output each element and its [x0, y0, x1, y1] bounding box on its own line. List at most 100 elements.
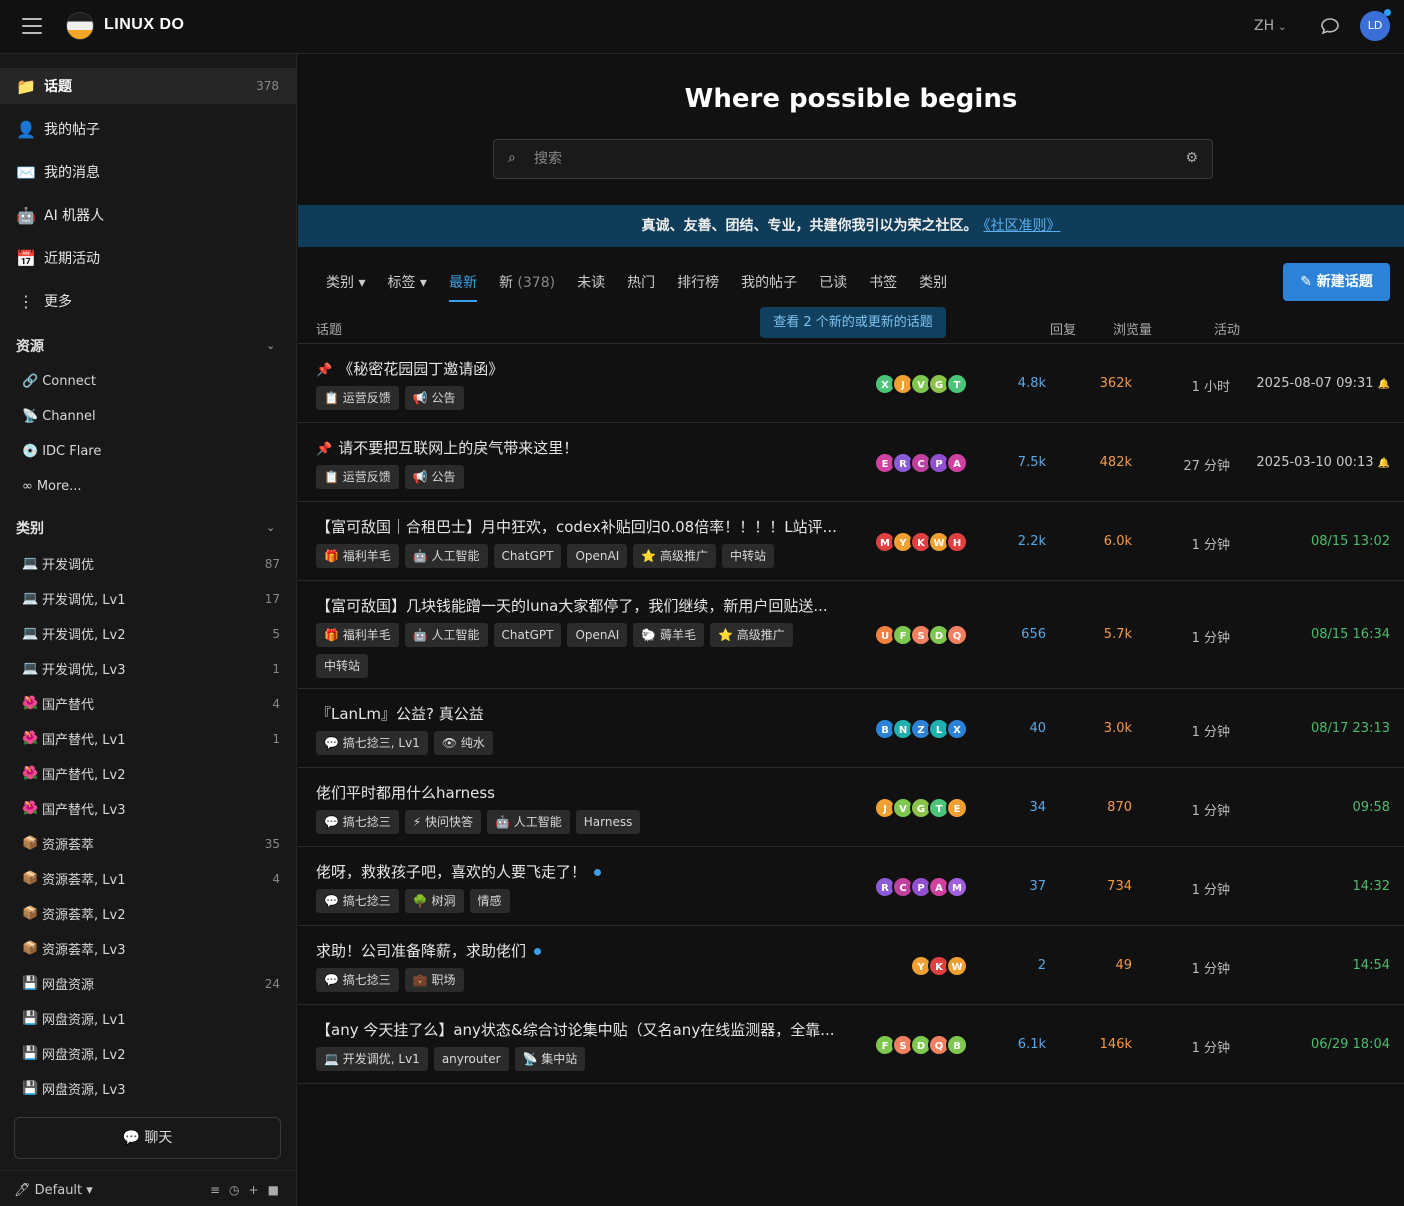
topic-tag[interactable]: 情感	[469, 889, 510, 913]
poster-avatar[interactable]: M	[946, 875, 968, 898]
last-activity-date[interactable]: 09:58	[1238, 800, 1390, 815]
resource-link[interactable]: ∞ More...	[22, 479, 81, 494]
topic-tag[interactable]: 📢 公告	[404, 465, 464, 489]
category-item[interactable]: 📦 资源荟萃 35	[22, 826, 284, 861]
sidebar-item[interactable]: 👤 我的帖子	[0, 111, 297, 147]
last-activity-date[interactable]: 08/15 13:02	[1238, 534, 1390, 549]
nav-tab[interactable]: 类别 ▾	[326, 272, 365, 302]
category-item[interactable]: 💾 网盘资源, Lv3	[22, 1071, 284, 1106]
topic-tag[interactable]: 🤖 人工智能	[487, 810, 570, 834]
topic-tag[interactable]: 🎁 福利羊毛	[316, 544, 399, 568]
topic-tag[interactable]: 💼 职场	[404, 968, 464, 992]
resource-link[interactable]: 🔗 Connect	[22, 374, 96, 389]
topic-tag[interactable]: 🌳 树洞	[404, 889, 464, 913]
last-activity-date[interactable]: 06/29 18:04	[1238, 1037, 1390, 1052]
topic-row[interactable]: 📌 请不要把互联网上的戾气带来这里！ 📋 运营反馈 📢 公告 E R C P A 7.5k 482k…	[298, 423, 1404, 502]
topic-tag[interactable]: ChatGPT	[493, 544, 562, 568]
topic-tag[interactable]: ⭐ 高级推广	[710, 623, 793, 647]
topic-tag[interactable]: OpenAI	[567, 623, 628, 647]
column-views[interactable]: 浏览量	[1113, 319, 1152, 338]
resource-link[interactable]: 📡 Channel	[22, 409, 96, 424]
language-selector[interactable]: ZH ⌄	[1254, 18, 1287, 34]
nav-tab[interactable]: 热门	[627, 272, 655, 302]
topic-tag[interactable]: 💬 搞七捻三	[316, 810, 399, 834]
last-activity-date[interactable]: 08/17 23:13	[1238, 721, 1390, 736]
topic-title[interactable]: 📌 请不要把互联网上的戾气带来这里！	[316, 437, 578, 458]
sidebar-item[interactable]: 📅 近期活动	[0, 240, 297, 276]
nav-tab[interactable]: 排行榜	[677, 272, 719, 302]
category-item[interactable]: 💻 开发调优, Lv1 17	[22, 581, 284, 616]
topic-row[interactable]: 求助！公司准备降薪，求助佬们 💬 搞七捻三 💼 职场 Y K W 2 49 1 分钟 14:54	[298, 926, 1404, 1005]
topic-tag[interactable]: 中转站	[722, 544, 775, 568]
site-logo[interactable]	[66, 12, 94, 40]
topic-tag[interactable]: 💬 搞七捻三	[316, 968, 399, 992]
chevron-down-icon[interactable]: ⌄	[266, 339, 275, 352]
poster-avatar[interactable]: T	[946, 372, 968, 395]
reply-count[interactable]: 4.8k	[998, 376, 1046, 391]
reply-count[interactable]: 34	[998, 800, 1046, 815]
chat-button[interactable]: 💬 聊天	[14, 1117, 281, 1159]
topic-tag[interactable]: 💬 搞七捻三	[316, 889, 399, 913]
topic-row[interactable]: 『LanLm』公益? 真公益 💬 搞七捻三, Lv1 👁 纯水 B N Z L X 40 3.0k…	[298, 689, 1404, 768]
last-activity-date[interactable]: 2025-03-10 00:13 🔔	[1238, 455, 1390, 470]
category-item[interactable]: 🌺 国产替代, Lv1 1	[22, 721, 284, 756]
new-updates-button[interactable]: 查看 2 个新的或更新的话题	[760, 307, 946, 338]
category-item[interactable]: 📦 资源荟萃, Lv1 4	[22, 861, 284, 896]
last-activity-date[interactable]: 08/15 16:34	[1238, 627, 1390, 642]
topic-tag[interactable]: 👁 纯水	[433, 731, 493, 755]
category-item[interactable]: 💻 开发调优, Lv3 1	[22, 651, 284, 686]
topic-tag[interactable]: ChatGPT	[493, 623, 562, 647]
hamburger-menu-icon[interactable]	[22, 18, 42, 34]
topic-tag[interactable]: 💻 开发调优, Lv1	[316, 1047, 428, 1071]
last-activity-date[interactable]: 14:54	[1238, 958, 1390, 973]
category-item[interactable]: 💻 开发调优 87	[22, 546, 284, 581]
sidebar-item[interactable]: 📁 话题 378	[0, 68, 297, 104]
category-item[interactable]: 📦 资源荟萃, Lv3	[22, 931, 284, 966]
topic-title[interactable]: 『LanLm』公益? 真公益	[316, 703, 484, 724]
topic-tag[interactable]: 💬 搞七捻三, Lv1	[316, 731, 428, 755]
column-activity[interactable]: 活动	[1214, 319, 1240, 338]
poster-avatar[interactable]: W	[946, 954, 968, 977]
topic-tag[interactable]: 📢 公告	[404, 386, 464, 410]
poster-avatar[interactable]: Q	[946, 624, 968, 646]
topic-tag[interactable]: 🐑 薅羊毛	[633, 623, 705, 647]
new-topic-button[interactable]: ✎ 新建话题	[1283, 263, 1390, 301]
guidelines-link[interactable]: 《社区准则》	[984, 218, 1061, 234]
topic-tag[interactable]: 🤖 人工智能	[404, 623, 488, 647]
nav-tab[interactable]: 已读	[819, 272, 847, 302]
footer-tools[interactable]: ≡◷+■	[210, 1183, 288, 1197]
search-box[interactable]: ⌕ ⚙	[493, 139, 1213, 179]
topic-tag[interactable]: 中转站	[316, 654, 369, 678]
category-item[interactable]: 💾 网盘资源 24	[22, 966, 284, 1001]
topic-tag[interactable]: anyrouter	[433, 1047, 509, 1071]
chat-bubble-icon[interactable]	[1320, 17, 1340, 35]
topic-title[interactable]: 【富可敌国】几块钱能蹭一天的luna大家都停了，我们继续，新用户回贴送...	[316, 595, 828, 616]
last-activity-date[interactable]: 14:32	[1238, 879, 1390, 894]
topic-tag[interactable]: 🤖 人工智能	[404, 544, 488, 568]
topic-tag[interactable]: 📡 集中站	[514, 1047, 586, 1071]
topic-tag[interactable]: Harness	[575, 810, 641, 834]
topic-row[interactable]: 佬们平时都用什么harness 💬 搞七捻三 ⚡ 快问快答 🤖 人工智能 Harness…	[298, 768, 1404, 847]
topic-tag[interactable]: ⚡ 快问快答	[404, 810, 482, 834]
topic-title[interactable]: 佬们平时都用什么harness	[316, 782, 495, 803]
sidebar-item[interactable]: ⋮ 更多	[0, 283, 297, 319]
topic-title[interactable]: 【富可敌国｜合租巴士】月中狂欢，codex补贴回归0.08倍率！！！！L站评..…	[316, 516, 837, 537]
topic-title[interactable]: 📌 《秘密花园园丁邀请函》	[316, 358, 503, 379]
reply-count[interactable]: 2	[998, 958, 1046, 973]
reply-count[interactable]: 37	[998, 879, 1046, 894]
topic-title[interactable]: 求助！公司准备降薪，求助佬们	[316, 940, 542, 961]
nav-tab[interactable]: 标签 ▾	[387, 272, 426, 302]
category-item[interactable]: 🌺 国产替代 4	[22, 686, 284, 721]
poster-avatar[interactable]: B	[946, 1033, 968, 1056]
category-item[interactable]: 🌺 国产替代, Lv3	[22, 791, 284, 826]
theme-selector[interactable]: 🖊 Default ▾	[14, 1183, 93, 1198]
topic-row[interactable]: 【富可敌国】几块钱能蹭一天的luna大家都停了，我们继续，新用户回贴送... 🎁 …	[298, 581, 1404, 689]
nav-tab[interactable]: 新 (378)	[499, 272, 555, 302]
topic-tag[interactable]: 📋 运营反馈	[316, 386, 399, 410]
resource-link[interactable]: 💿 IDC Flare	[22, 444, 101, 459]
topic-tag[interactable]: OpenAI	[567, 544, 628, 568]
category-item[interactable]: 💾 网盘资源, Lv1	[22, 1001, 284, 1036]
topic-row[interactable]: 【富可敌国｜合租巴士】月中狂欢，codex补贴回归0.08倍率！！！！L站评..…	[298, 502, 1404, 581]
search-input[interactable]	[534, 148, 1154, 170]
topic-row[interactable]: 【any 今天挂了么】any状态&综合讨论集中贴（又名any在线监测器，全靠..…	[298, 1005, 1404, 1084]
